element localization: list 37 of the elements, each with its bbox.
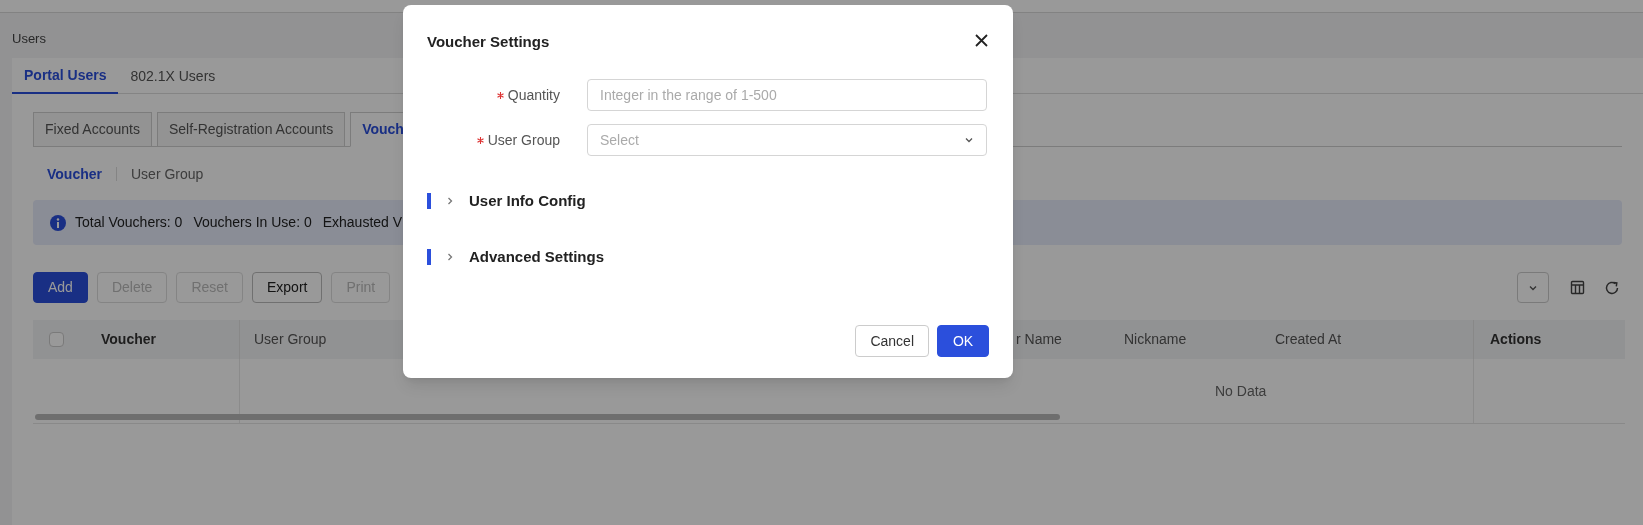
dialog-button[interactable]: OK	[937, 325, 989, 357]
column-header: User Group	[254, 330, 327, 349]
select-all-checkbox[interactable]	[49, 332, 64, 347]
table-icon[interactable]	[1570, 280, 1585, 295]
toolbar-button[interactable]: Add	[33, 272, 88, 303]
tab[interactable]: Fixed Accounts	[33, 112, 152, 147]
page-title: Users	[12, 31, 46, 46]
select-field[interactable]: Select	[587, 124, 987, 156]
empty-message: No Data	[1215, 381, 1267, 401]
chevron-icon	[445, 252, 455, 262]
chevron-icon	[445, 196, 455, 206]
sub-tab[interactable]: Voucher	[47, 163, 102, 185]
scrollbar[interactable]	[35, 414, 1060, 420]
tab[interactable]: Self-Registration Accounts	[156, 112, 346, 147]
sub-tab[interactable]: User Group	[131, 163, 204, 185]
field-label: Quantity	[507, 85, 560, 105]
dialog-title: Voucher Settings	[427, 32, 550, 53]
section-header[interactable]: User Info Config	[427, 189, 989, 213]
voucher-stat: Vouchers In Use: 0	[193, 213, 312, 232]
input-field[interactable]: Integer in the range of 1-500	[587, 79, 987, 111]
close-icon[interactable]	[975, 33, 988, 47]
column-header: r Name	[1016, 330, 1062, 349]
voucher-stat: Exhausted V	[322, 213, 403, 232]
info-icon	[50, 214, 66, 231]
column-header: Nickname	[1124, 330, 1187, 349]
column-header: Created At	[1275, 330, 1342, 349]
dialog-button[interactable]: Cancel	[855, 325, 929, 357]
tab[interactable]: Portal Users	[12, 58, 119, 94]
toolbar-button[interactable]: Export	[251, 272, 323, 303]
field-label: User Group	[487, 130, 560, 150]
tab[interactable]: 802.1X Users	[118, 58, 228, 94]
refresh-icon[interactable]	[1604, 279, 1620, 296]
caret-icon	[964, 135, 974, 145]
voucher-stat: Total Vouchers: 0	[75, 213, 183, 232]
column-header: Voucher	[101, 330, 156, 349]
column-header: Actions	[1490, 330, 1542, 349]
section-header[interactable]: Advanced Settings	[427, 245, 989, 269]
